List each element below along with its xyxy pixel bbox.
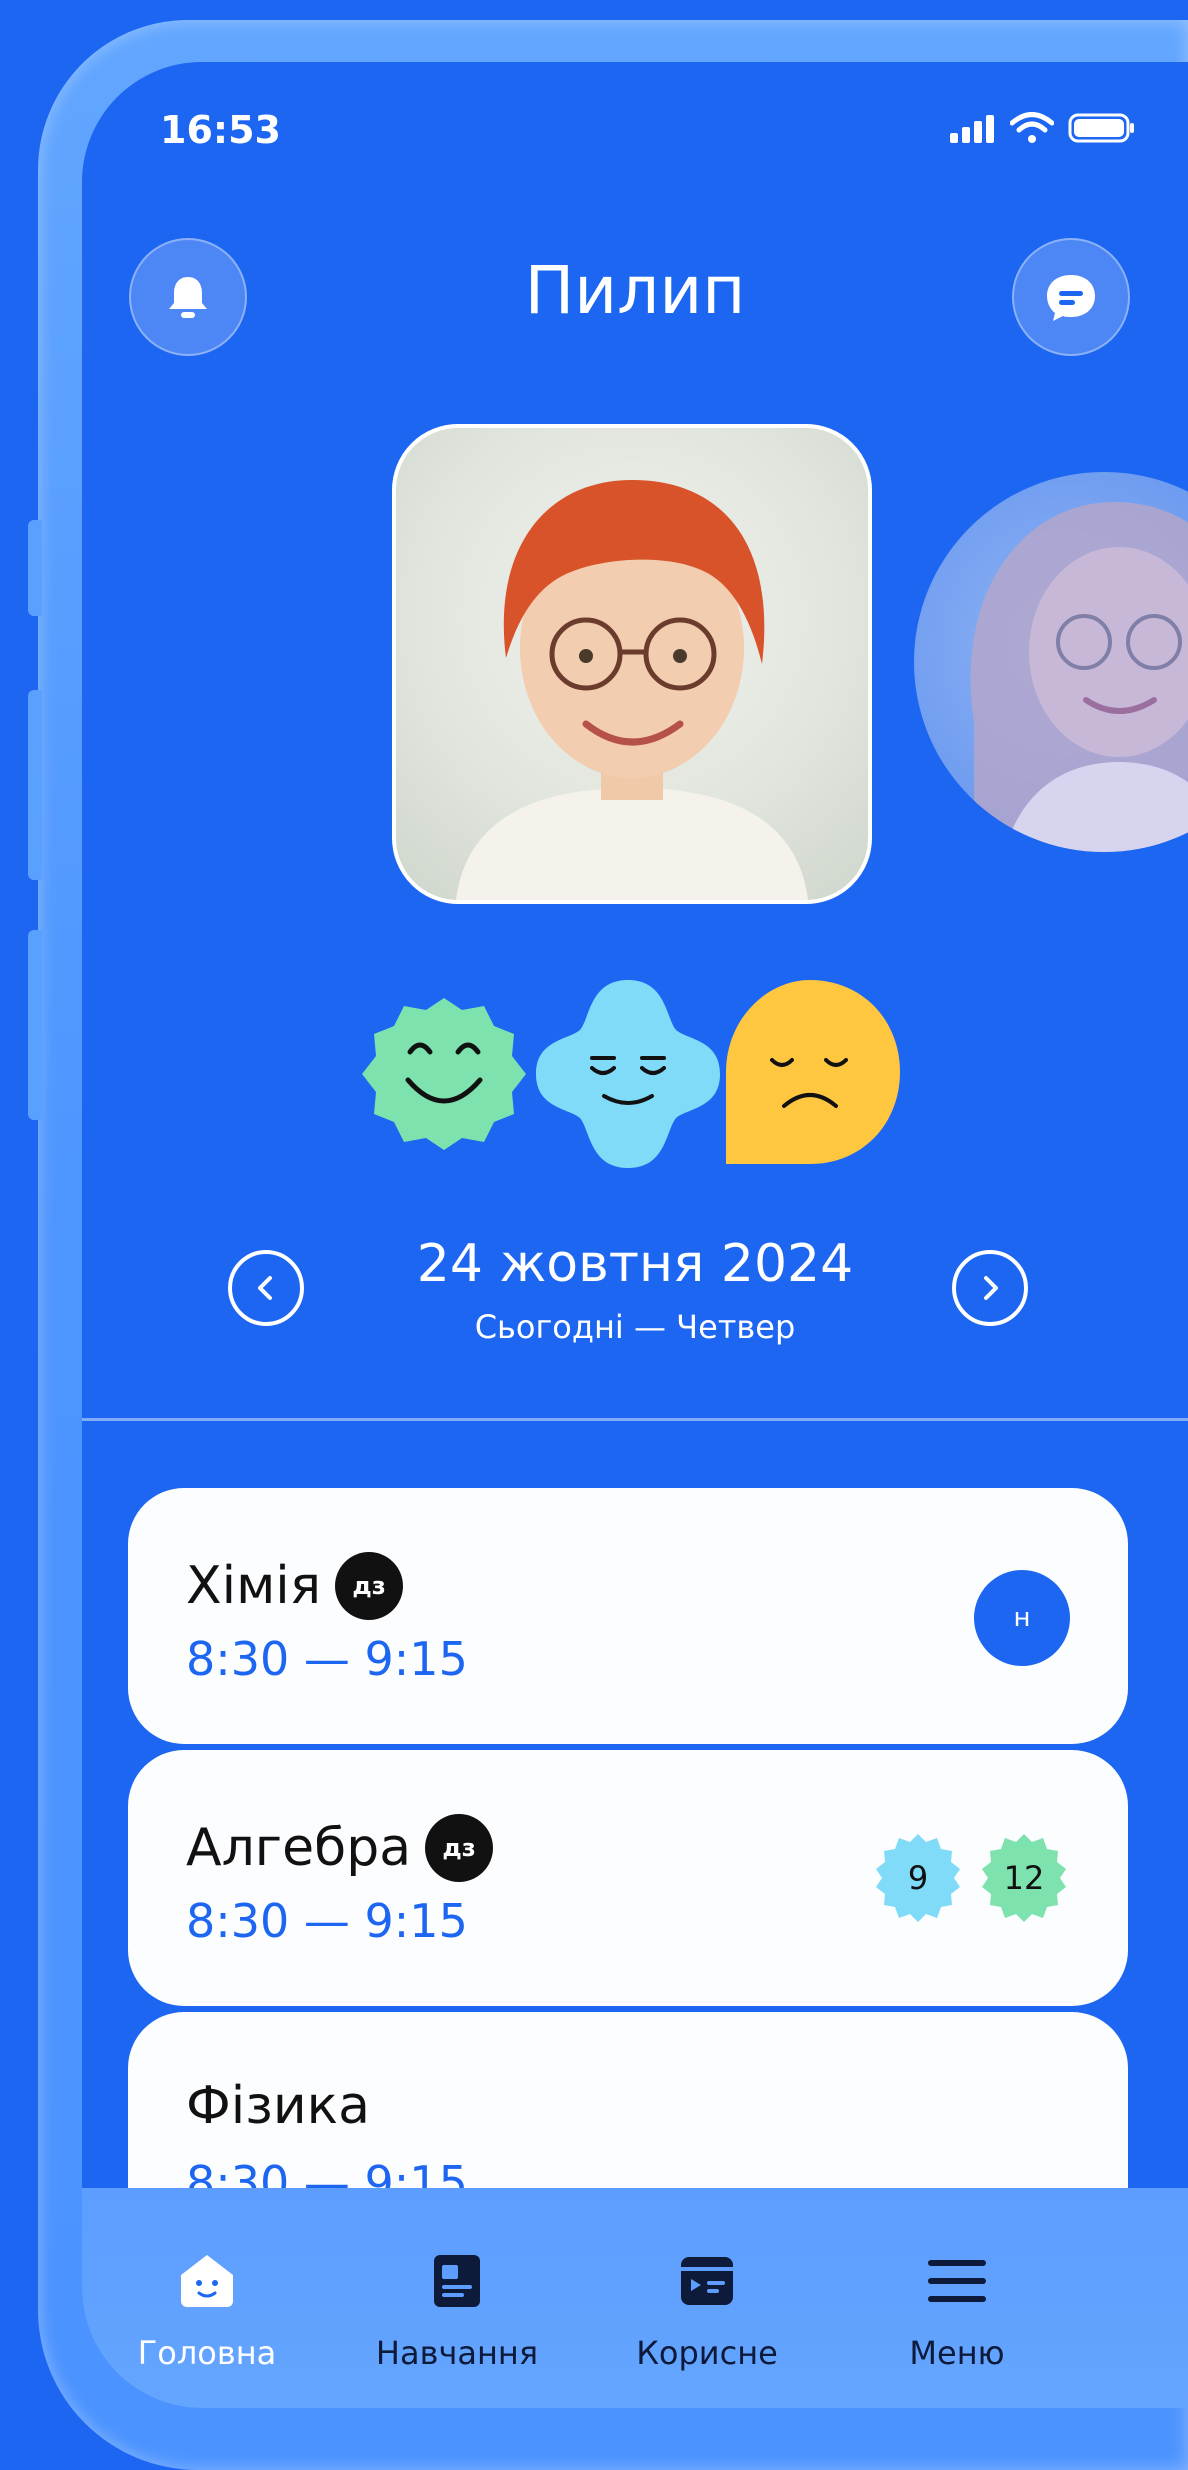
homework-badge: дз xyxy=(335,1552,404,1620)
grade-badge: 9 xyxy=(872,1832,964,1924)
nav-useful[interactable]: Корисне xyxy=(582,2248,832,2372)
child-photo-secondary[interactable] xyxy=(914,472,1188,852)
absence-badge: н xyxy=(974,1570,1070,1666)
lesson-card[interactable]: Алгебра дз 8:30 — 9:15 9 12 xyxy=(128,1750,1128,2006)
child-avatar-portrait xyxy=(456,480,808,900)
next-day-button[interactable] xyxy=(952,1250,1028,1326)
lesson-title-row: Хімія дз xyxy=(186,1552,404,1620)
chevron-right-icon xyxy=(984,1276,998,1300)
current-weekday: Сьогодні — Четвер xyxy=(474,1308,796,1346)
chat-icon xyxy=(1047,275,1095,321)
child-photo-active[interactable] xyxy=(392,424,872,904)
divider xyxy=(82,1418,1188,1421)
lesson-name: Алгебра xyxy=(186,1818,412,1878)
nav-label: Навчання xyxy=(375,2334,539,2372)
lesson-card[interactable]: Хімія дз 8:30 — 9:15 н xyxy=(128,1488,1128,1744)
child-avatar-portrait xyxy=(970,502,1188,852)
lesson-title-row: Алгебра дз xyxy=(186,1814,494,1882)
nav-label: Головна xyxy=(137,2334,277,2372)
book-icon xyxy=(434,2255,480,2307)
signal-icon xyxy=(950,115,994,143)
bottom-navigation: Головна Навчання Корисне Меню xyxy=(82,2188,1188,2408)
lesson-time: 8:30 — 9:15 xyxy=(186,1632,468,1686)
media-icon xyxy=(681,2257,733,2305)
nav-menu[interactable]: Меню xyxy=(832,2248,1082,2372)
wifi-icon xyxy=(1010,112,1054,143)
nav-learning[interactable]: Навчання xyxy=(332,2248,582,2372)
mood-sad-icon[interactable] xyxy=(726,980,900,1164)
battery-icon xyxy=(1068,113,1134,143)
menu-icon xyxy=(928,2260,986,2302)
lesson-name: Хімія xyxy=(186,1556,322,1616)
nav-label: Меню xyxy=(909,2334,1005,2372)
lesson-name: Фізика xyxy=(186,2076,370,2136)
side-button xyxy=(28,930,42,1120)
chat-button[interactable] xyxy=(1012,238,1130,356)
lesson-time: 8:30 — 9:15 xyxy=(186,1894,468,1948)
side-button xyxy=(28,690,42,880)
status-time: 16:53 xyxy=(160,108,281,152)
nav-label: Корисне xyxy=(636,2334,778,2372)
homework-badge: дз xyxy=(425,1814,494,1882)
grade-badge: 12 xyxy=(978,1832,1070,1924)
nav-home[interactable]: Головна xyxy=(82,2248,332,2372)
grade-value: 12 xyxy=(1003,1859,1045,1897)
home-icon xyxy=(181,2255,233,2307)
lesson-title-row: Фізика xyxy=(186,2076,370,2136)
grade-value: 9 xyxy=(907,1859,929,1897)
side-button xyxy=(28,520,42,616)
mood-calm-icon[interactable] xyxy=(536,980,720,1168)
mood-happy-icon[interactable] xyxy=(362,998,526,1150)
app-screen: 16:53 Пилип 24 жовтня 2024 Сьогодні — Че… xyxy=(82,62,1188,2408)
mood-selector xyxy=(348,974,908,1174)
status-icons xyxy=(948,112,1136,144)
